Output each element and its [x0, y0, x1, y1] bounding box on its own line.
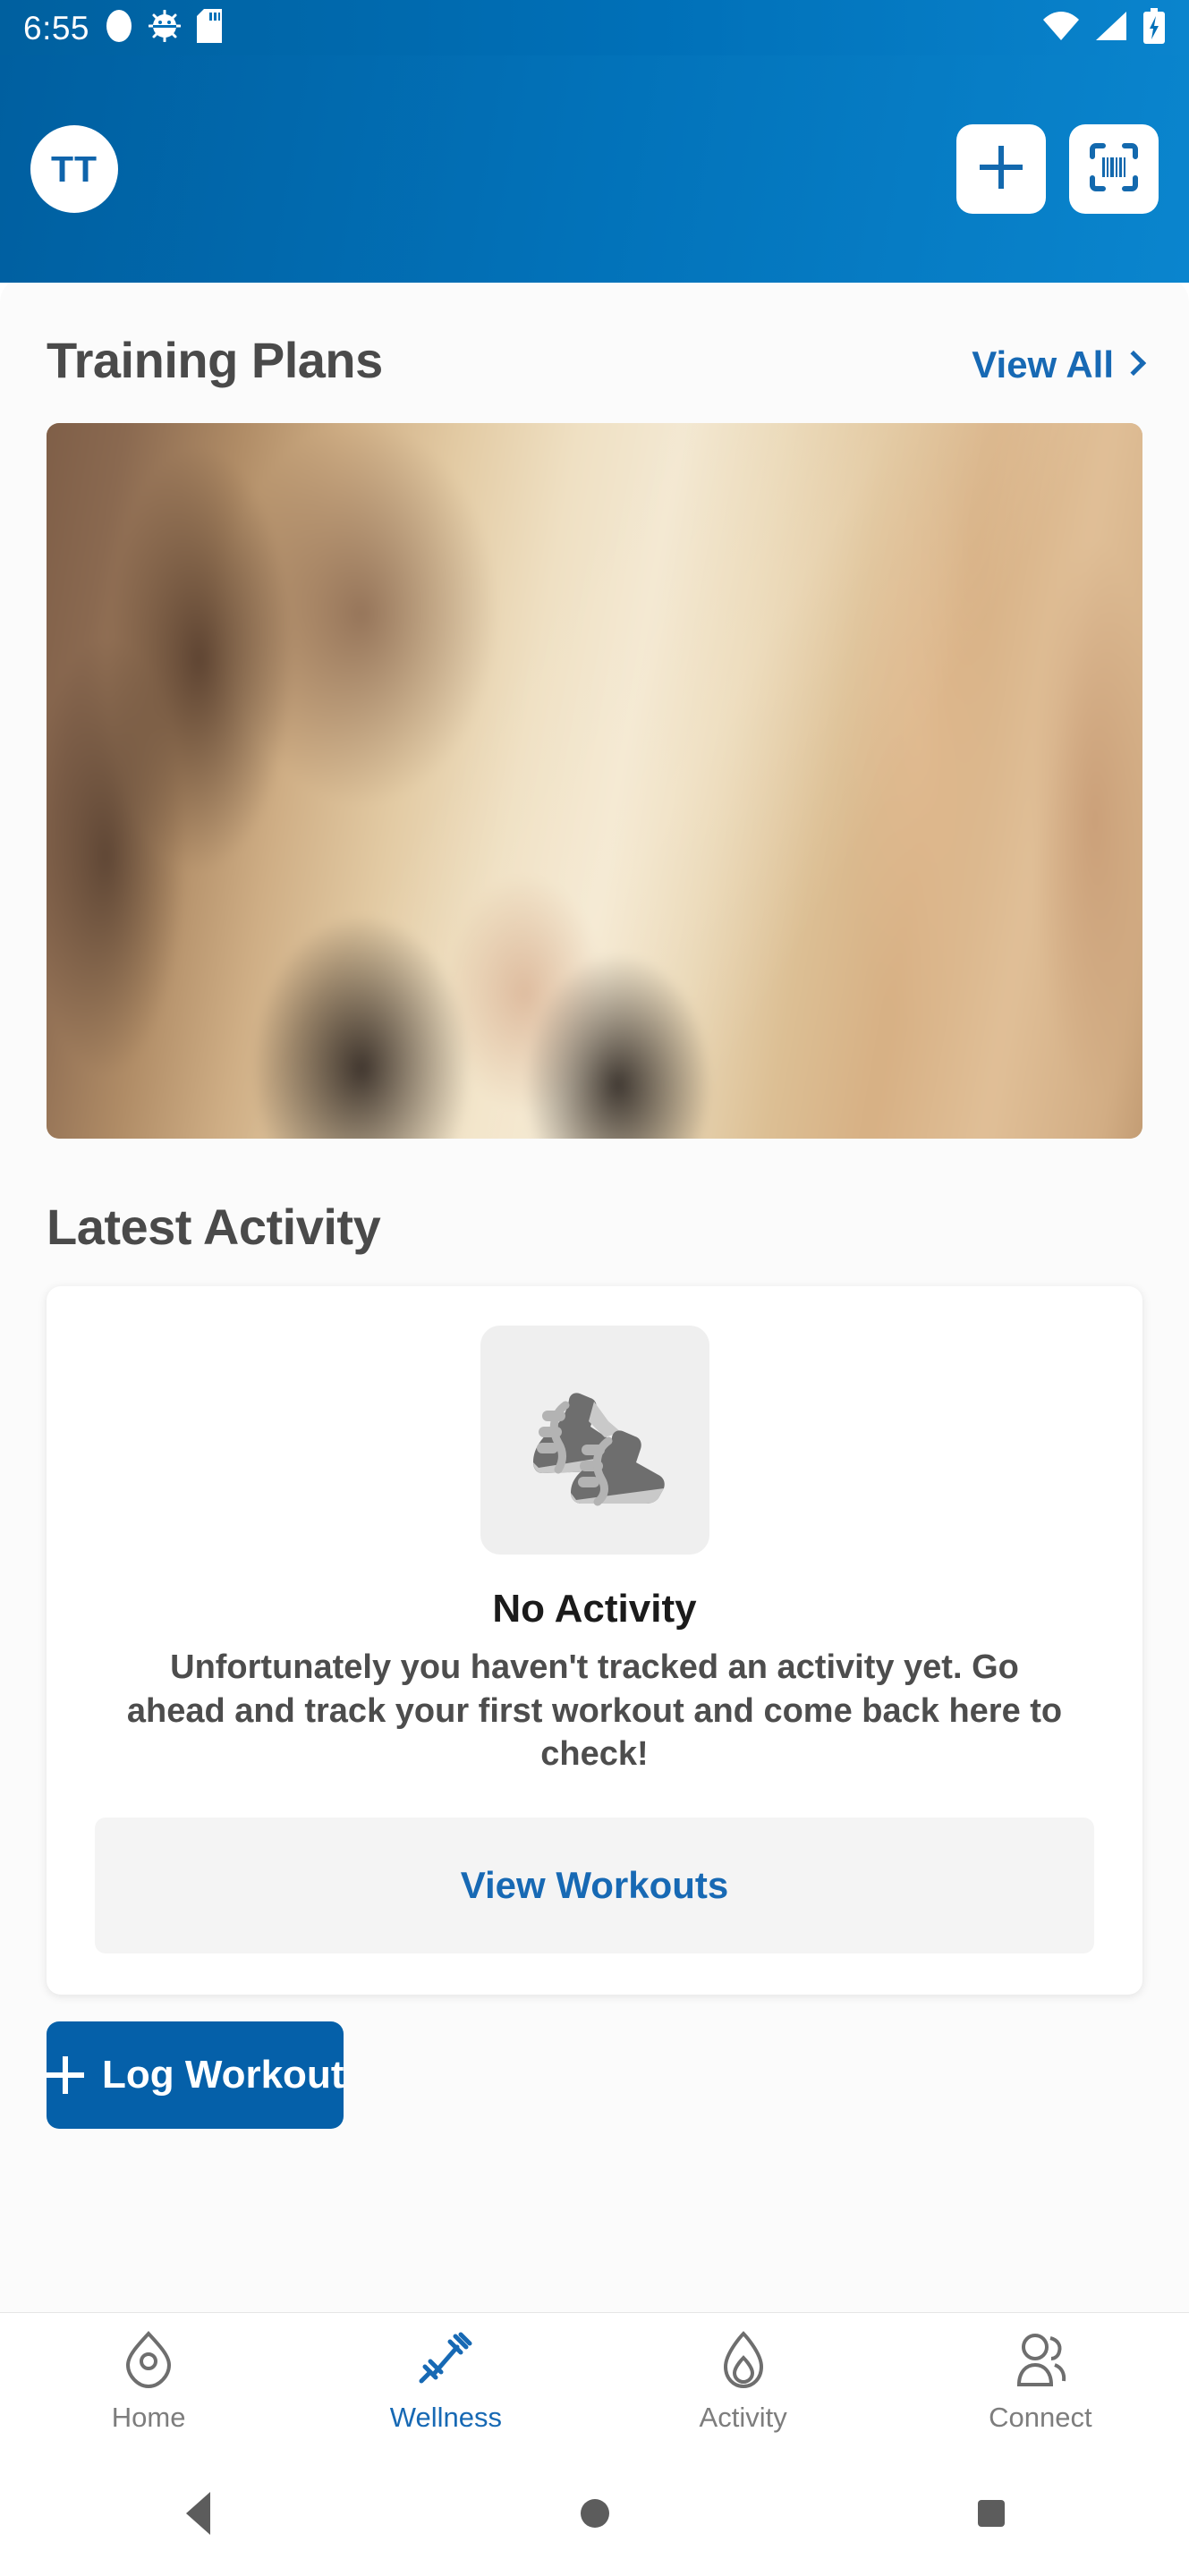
cellular-signal-icon	[1094, 11, 1128, 46]
add-button[interactable]	[956, 124, 1046, 214]
nav-item-connect[interactable]: Connect	[892, 2313, 1189, 2451]
oval-indicator-icon	[106, 9, 132, 47]
nav-label-wellness: Wellness	[389, 2401, 502, 2433]
latest-activity-header: Latest Activity	[0, 1139, 1189, 1256]
log-workout-button[interactable]: Log Workout	[47, 2021, 344, 2129]
status-bar-right	[1042, 7, 1166, 48]
android-debug-bug-icon	[148, 9, 182, 47]
nav-item-activity[interactable]: Activity	[595, 2313, 892, 2451]
wifi-icon	[1042, 11, 1080, 46]
system-home-button[interactable]	[396, 2499, 793, 2528]
latest-activity-title: Latest Activity	[47, 1199, 381, 1255]
empty-state-illustration	[480, 1326, 709, 1555]
nav-label-activity: Activity	[699, 2401, 787, 2433]
training-plans-header: Training Plans View All	[0, 277, 1189, 389]
running-shoes-icon	[512, 1355, 678, 1526]
view-all-link[interactable]: View All	[972, 343, 1147, 386]
hero-sheen-overlay	[47, 423, 1142, 1139]
training-plan-hero-card[interactable]	[47, 423, 1142, 1139]
nav-item-home[interactable]: Home	[0, 2313, 297, 2451]
app-bar-actions	[956, 124, 1159, 214]
sd-card-icon	[197, 8, 223, 47]
recents-square-icon	[977, 2500, 1005, 2527]
bottom-navigation: Home Wellness Activity Connect	[0, 2312, 1189, 2451]
barcode-scan-icon	[1089, 142, 1139, 197]
nav-item-wellness[interactable]: Wellness	[297, 2313, 594, 2451]
empty-state-title: No Activity	[492, 1587, 697, 1631]
status-bar: 6:55	[0, 0, 1189, 55]
log-workout-label: Log Workout	[102, 2052, 344, 2097]
status-bar-clock: 6:55	[23, 9, 90, 47]
app-screen: 6:55 TT Training Plans View All Latest A…	[0, 0, 1189, 2576]
chevron-right-icon	[1120, 350, 1147, 377]
status-bar-left: 6:55	[23, 8, 223, 47]
nav-label-home: Home	[111, 2401, 186, 2433]
system-recents-button[interactable]	[793, 2500, 1189, 2527]
avatar[interactable]: TT	[30, 125, 118, 213]
avatar-initials: TT	[50, 148, 98, 190]
empty-state-body: Unfortunately you haven't tracked an act…	[126, 1648, 1063, 1774]
dumbbell-icon	[418, 2331, 473, 2394]
back-triangle-icon	[186, 2492, 210, 2535]
system-back-button[interactable]	[0, 2492, 396, 2535]
nav-label-connect: Connect	[989, 2401, 1092, 2433]
android-system-nav	[0, 2451, 1189, 2576]
people-icon	[1013, 2331, 1068, 2394]
battery-charging-icon	[1142, 7, 1166, 48]
plus-icon	[47, 2055, 84, 2094]
page-title: Training Plans	[47, 332, 383, 388]
add-icon	[980, 145, 1023, 193]
latest-activity-card: No Activity Unfortunately you haven't tr…	[47, 1286, 1142, 1995]
home-circle-icon	[580, 2499, 609, 2528]
location-pin-icon	[123, 2330, 174, 2394]
barcode-scan-button[interactable]	[1069, 124, 1159, 214]
flame-icon	[720, 2330, 767, 2394]
content-sheet: Training Plans View All Latest Activity	[0, 277, 1189, 2576]
view-workouts-button[interactable]: View Workouts	[95, 1817, 1094, 1953]
app-bar: TT	[0, 55, 1189, 283]
view-all-label: View All	[972, 343, 1114, 386]
